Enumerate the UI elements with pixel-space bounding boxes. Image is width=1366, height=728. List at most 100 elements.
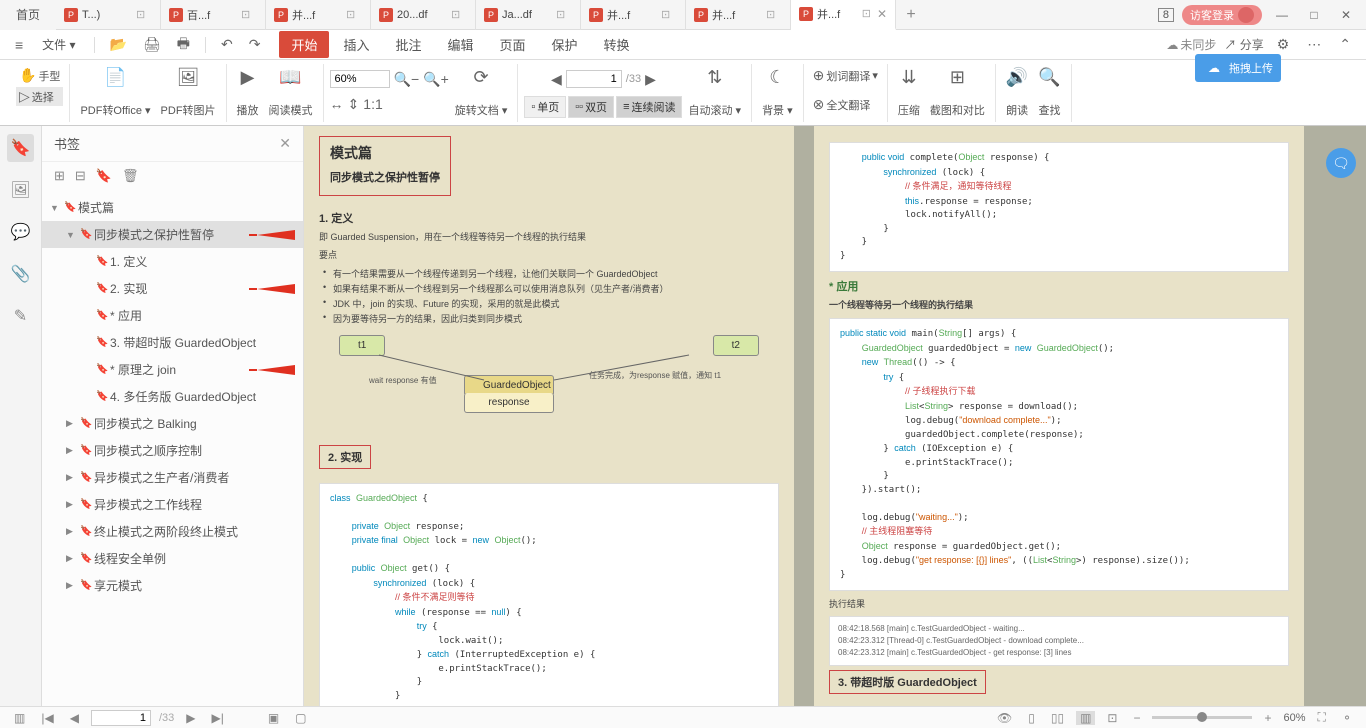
word-translate[interactable]: ⊕划词翻译 ▾ xyxy=(810,66,881,85)
attachment-icon[interactable]: 📎 xyxy=(7,260,35,288)
sync-status[interactable]: ☁ 未同步 xyxy=(1166,36,1216,53)
redo-icon[interactable]: ↷ xyxy=(244,34,266,55)
expand-all-icon[interactable]: ⊞ xyxy=(54,168,65,184)
bookmark-node-13[interactable]: ▶🔖线程安全单例 xyxy=(42,545,303,572)
bookmark-node-14[interactable]: ▶🔖享元模式 xyxy=(42,572,303,599)
new-tab-button[interactable]: + xyxy=(896,6,926,24)
doc-tab-2[interactable]: P并...f⊡ xyxy=(266,0,371,30)
print-icon[interactable]: 🖶 xyxy=(172,31,195,59)
sb-view-icon-2[interactable]: ▢ xyxy=(291,711,310,725)
doc-tab-0[interactable]: PT...)⊡ xyxy=(56,0,161,30)
tab-close-icon[interactable]: ✕ xyxy=(875,7,889,21)
zoom-out-icon[interactable]: 🔍− xyxy=(394,71,420,88)
fullscreen-icon[interactable]: ⛶ xyxy=(1314,710,1330,725)
eye-icon[interactable]: 👁 xyxy=(993,711,1016,725)
tab-dup-icon[interactable]: ⊡ xyxy=(766,8,775,21)
cloud-upload-pill[interactable]: ☁ 拖拽上传 xyxy=(1195,54,1281,82)
page-input[interactable] xyxy=(566,70,622,88)
layout-3-icon[interactable]: ▥ xyxy=(1076,711,1095,725)
document-viewport[interactable]: 🗨 模式篇 同步模式之保护性暂停 1. 定义 即 Guarded Suspens… xyxy=(304,126,1366,706)
bookmark-node-6[interactable]: 🔖* 原理之 join xyxy=(42,356,303,383)
doc-tab-7[interactable]: P并...f⊡✕ xyxy=(791,0,896,30)
signature-icon[interactable]: ✎ xyxy=(10,302,31,330)
bookmark-node-8[interactable]: ▶🔖同步模式之 Balking xyxy=(42,410,303,437)
bookmark-node-9[interactable]: ▶🔖同步模式之顺序控制 xyxy=(42,437,303,464)
zoom-slider[interactable] xyxy=(1152,716,1252,719)
read-mode[interactable]: 📖阅读模式 xyxy=(265,64,317,120)
minimize-icon[interactable]: — xyxy=(1270,8,1294,22)
undo-icon[interactable]: ↶ xyxy=(216,34,238,55)
compare[interactable]: ⊞截图和对比 xyxy=(926,64,989,120)
rotate-doc[interactable]: ⟳旋转文档 ▾ xyxy=(451,64,512,120)
bookmark-node-12[interactable]: ▶🔖终止模式之两阶段终止模式 xyxy=(42,518,303,545)
file-menu[interactable]: 文件 ▾ xyxy=(34,34,83,55)
layout-2-icon[interactable]: ▯▯ xyxy=(1047,711,1068,725)
doc-tab-3[interactable]: P20...df⊡ xyxy=(371,0,476,30)
sb-zoom-out-icon[interactable]: − xyxy=(1129,711,1144,725)
bookmark-icon[interactable]: 🔖 xyxy=(7,134,35,162)
delete-bookmark-icon[interactable]: 🗑 xyxy=(122,168,139,184)
share-button[interactable]: ↗ 分享 xyxy=(1224,36,1263,53)
menu-tab-页面[interactable]: 页面 xyxy=(488,31,538,58)
assistant-icon[interactable]: 🗨 xyxy=(1326,148,1356,178)
menu-tab-保护[interactable]: 保护 xyxy=(540,31,590,58)
tab-dup-icon[interactable]: ⊡ xyxy=(346,8,355,21)
open-icon[interactable]: 📂 xyxy=(105,34,132,55)
maximize-icon[interactable]: □ xyxy=(1302,8,1326,22)
bookmark-node-3[interactable]: 🔖2. 实现 xyxy=(42,275,303,302)
sb-zoom-in-icon[interactable]: + xyxy=(1260,711,1275,725)
sidebar-toggle-icon[interactable]: ▥ xyxy=(10,711,29,725)
play-button[interactable]: ▶播放 xyxy=(233,64,263,120)
compress[interactable]: ⇊压缩 xyxy=(894,64,924,120)
menu-tab-编辑[interactable]: 编辑 xyxy=(436,31,486,58)
thumbnail-icon[interactable]: 🖼 xyxy=(6,176,34,204)
doc-tab-6[interactable]: P并...f⊡ xyxy=(686,0,791,30)
continuous-btn[interactable]: ≡ 连续阅读 xyxy=(616,96,682,118)
fit-page-icon[interactable]: ⇕ xyxy=(348,96,360,113)
zoom-in-icon[interactable]: 🔍+ xyxy=(423,71,449,88)
menu-tab-批注[interactable]: 批注 xyxy=(383,31,433,58)
pdf-to-office[interactable]: 📄PDF转Office ▾ xyxy=(76,64,154,120)
page-input-sb[interactable] xyxy=(91,710,151,726)
tab-dup-icon[interactable]: ⊡ xyxy=(136,8,145,21)
double-page-btn[interactable]: ▫▫ 双页 xyxy=(568,96,614,118)
more-icon[interactable]: ⋯ xyxy=(1302,34,1326,55)
doc-tab-4[interactable]: PJa...df⊡ xyxy=(476,0,581,30)
menu-tab-开始[interactable]: 开始 xyxy=(279,31,329,58)
read-aloud[interactable]: 🔊朗读 xyxy=(1002,64,1032,120)
bookmark-node-0[interactable]: ▼🔖模式篇 xyxy=(42,194,303,221)
bookmark-node-10[interactable]: ▶🔖异步模式之生产者/消费者 xyxy=(42,464,303,491)
panel-close-icon[interactable]: ✕ xyxy=(279,135,291,152)
collapse-all-icon[interactable]: ⊟ xyxy=(75,168,86,184)
prev-page-sb-icon[interactable]: ◀ xyxy=(66,711,83,725)
bookmark-node-11[interactable]: ▶🔖异步模式之工作线程 xyxy=(42,491,303,518)
select-tool[interactable]: ▷选择 xyxy=(16,87,63,106)
menu-tab-转换[interactable]: 转换 xyxy=(592,31,642,58)
home-tab[interactable]: 首页 xyxy=(0,0,56,30)
comment-icon[interactable]: 💬 xyxy=(7,218,35,246)
fit-icon[interactable]: ⊡ xyxy=(1103,711,1121,725)
pdf-to-image[interactable]: 🖼PDF转图片 xyxy=(157,64,220,120)
last-page-icon[interactable]: ▶| xyxy=(207,711,227,725)
actual-size-icon[interactable]: 1:1 xyxy=(363,96,382,113)
next-page-sb-icon[interactable]: ▶ xyxy=(182,711,199,725)
tab-dup-icon[interactable]: ⊡ xyxy=(451,8,460,21)
collapse-icon[interactable]: ⌃ xyxy=(1334,34,1356,55)
bookmark-node-2[interactable]: 🔖1. 定义 xyxy=(42,248,303,275)
bookmark-node-1[interactable]: ▼🔖同步模式之保护性暂停 xyxy=(42,221,303,248)
find[interactable]: 🔍查找 xyxy=(1034,64,1064,120)
bookmark-node-7[interactable]: 🔖4. 多任务版 GuardedObject xyxy=(42,383,303,410)
add-bookmark-icon[interactable]: 🔖 xyxy=(96,168,112,184)
tab-dup-icon[interactable]: ⊡ xyxy=(661,8,670,21)
tab-dup-icon[interactable]: ⊡ xyxy=(862,7,871,20)
autoscroll[interactable]: ⇅自动滚动 ▾ xyxy=(684,64,745,120)
tab-dup-icon[interactable]: ⊡ xyxy=(241,8,250,21)
bookmark-node-5[interactable]: 🔖3. 带超时版 GuardedObject xyxy=(42,329,303,356)
settings-icon[interactable]: ⚙ xyxy=(1272,34,1295,55)
single-page-btn[interactable]: ▫ 单页 xyxy=(524,96,566,118)
first-page-icon[interactable]: |◀ xyxy=(37,711,57,725)
hand-tool[interactable]: ✋手型 xyxy=(16,66,63,85)
sb-more-icon[interactable]: ⚬ xyxy=(1338,711,1356,725)
login-button[interactable]: 访客登录 xyxy=(1182,5,1262,25)
menu-tab-插入[interactable]: 插入 xyxy=(331,31,381,58)
